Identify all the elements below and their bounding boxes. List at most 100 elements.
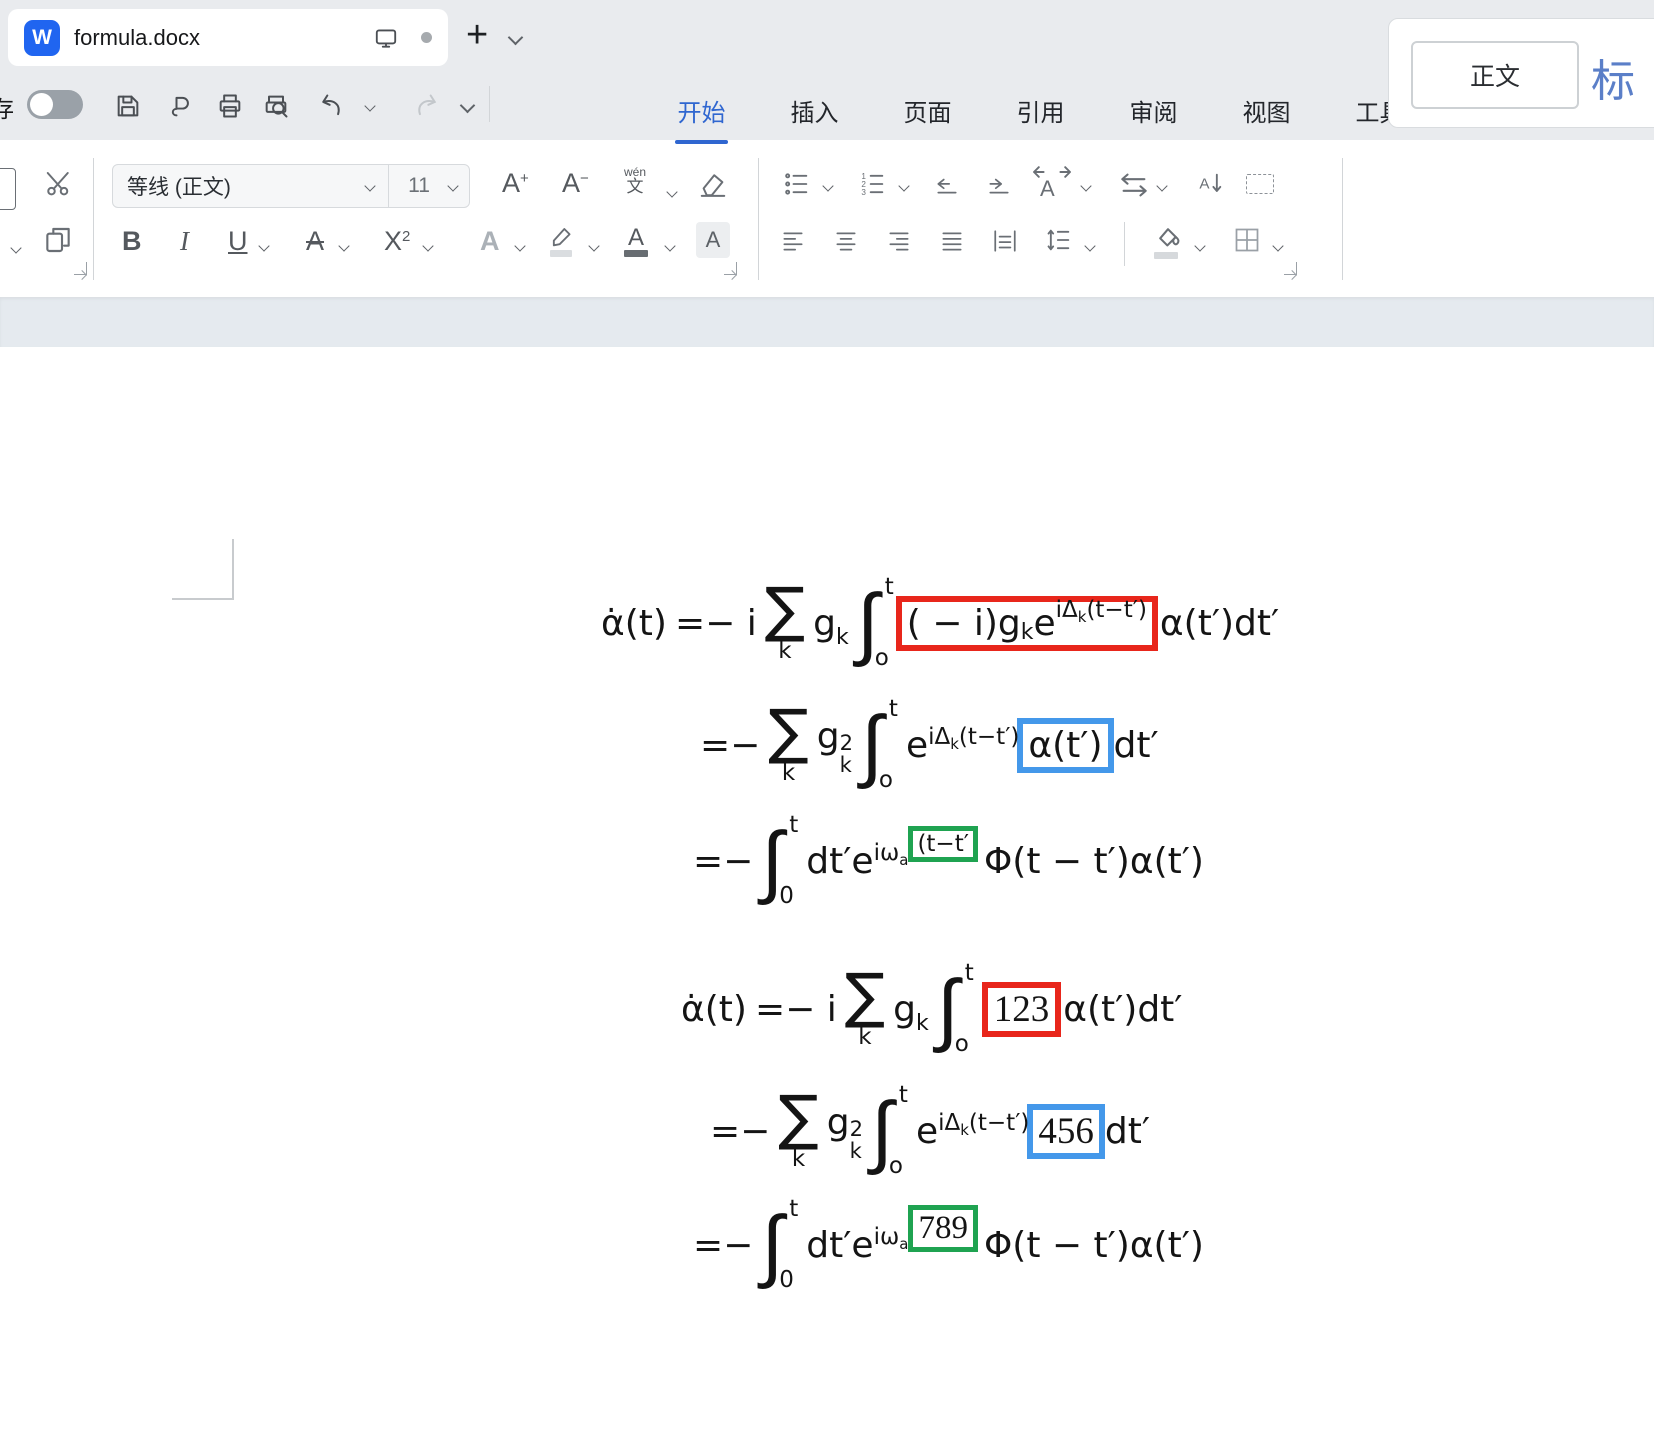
tab-view[interactable]: 视图 <box>1210 93 1323 128</box>
margin-corner-mark <box>172 598 233 600</box>
summation: ∑k <box>768 705 808 785</box>
integral: ∫ to <box>937 962 974 1056</box>
strikethrough-button[interactable]: A <box>306 228 324 255</box>
numbered-list-icon[interactable]: 123 <box>858 170 888 198</box>
shading-bucket-icon[interactable] <box>1152 224 1184 250</box>
blue-highlight-box: 456 <box>1027 1104 1105 1159</box>
equation-block1-line3: =− ∫ t0 dt′eiωa (t−t′ Φ(t − t′)α(t′) <box>693 814 1204 908</box>
align-left-icon[interactable] <box>778 228 808 254</box>
borders-icon[interactable] <box>1232 226 1262 254</box>
character-shading-button[interactable]: A <box>696 222 730 258</box>
integral: ∫ t0 <box>761 814 798 908</box>
sort-icon[interactable]: A <box>1196 170 1226 198</box>
green-highlight-box: (t−t′ <box>908 826 978 862</box>
clipboard-dialog-launcher-icon[interactable] <box>74 262 87 275</box>
equation-block1-line1: α̇(t) =− i ∑k gk ∫ to ( − i)gkeiΔk(t−t′)… <box>601 576 1279 670</box>
align-right-icon[interactable] <box>884 228 914 254</box>
equation-block2-line3: =− ∫ t0 dt′eiωa 789 Φ(t − t′)α(t′) <box>693 1198 1204 1292</box>
grow-font-button[interactable]: A+ <box>502 170 529 197</box>
wps-writer-icon: W <box>24 20 60 56</box>
export-pdf-icon[interactable] <box>166 92 194 120</box>
distribute-text-icon[interactable] <box>990 228 1020 254</box>
font-size-chevron-down-icon[interactable] <box>447 180 458 191</box>
divider <box>1124 222 1125 266</box>
character-scale-arrows-icon <box>1032 166 1072 178</box>
line-spacing-icon[interactable] <box>1044 226 1074 254</box>
align-justify-icon[interactable] <box>937 228 967 254</box>
autosave-toggle[interactable] <box>27 90 83 119</box>
math-term: g2k <box>827 1102 863 1160</box>
copy-icon[interactable] <box>42 222 74 256</box>
math-relation: =− <box>700 725 760 766</box>
math-term: gk <box>813 603 849 644</box>
tab-insert[interactable]: 插入 <box>758 93 871 128</box>
style-heading-clipped[interactable]: 标 <box>1591 45 1635 109</box>
equation-block2-line2: =− ∑k g2k ∫ to eiΔk(t−t′) 456 dt′ <box>710 1084 1150 1178</box>
italic-button[interactable]: I <box>180 228 189 255</box>
math-relation: =− <box>693 1225 753 1266</box>
bullet-list-icon[interactable] <box>782 170 812 198</box>
equation-block2-line1: α̇(t) =− i ∑k gk ∫ to 123 α(t′)dt′ <box>681 962 1182 1056</box>
divider <box>489 86 490 122</box>
show-marks-icon[interactable] <box>1246 174 1274 194</box>
save-icon[interactable] <box>114 92 142 120</box>
print-icon[interactable] <box>216 92 244 120</box>
document-background-strip <box>0 297 1654 347</box>
underline-button[interactable]: U <box>228 228 248 255</box>
summation: ∑k <box>845 969 885 1049</box>
math-term: gk <box>893 989 929 1030</box>
integral: ∫ t0 <box>761 1198 798 1292</box>
equation-block1-line2: =− ∑k g2k ∫ to eiΔk(t−t′) α(t′) dt′ <box>700 698 1159 792</box>
cut-icon[interactable] <box>44 166 74 200</box>
tab-references[interactable]: 引用 <box>984 93 1097 128</box>
undo-icon[interactable] <box>318 92 346 120</box>
tab-review[interactable]: 审阅 <box>1097 93 1210 128</box>
divider <box>1342 158 1343 280</box>
font-size-select[interactable]: 11 <box>389 174 449 198</box>
tab-home[interactable]: 开始 <box>645 93 758 128</box>
font-dialog-launcher-icon[interactable] <box>724 262 737 275</box>
document-tab[interactable]: W formula.docx <box>8 9 448 66</box>
decrease-indent-icon[interactable] <box>932 172 962 198</box>
increase-indent-icon[interactable] <box>984 172 1014 198</box>
font-name-select[interactable]: 等线 (正文) <box>127 171 366 201</box>
summation: ∑k <box>778 1091 818 1171</box>
math-relation: =− <box>710 1111 770 1152</box>
math-term: eiΔk(t−t′) <box>916 1111 1029 1152</box>
superscript-button[interactable]: X2 <box>384 228 410 255</box>
toggle-knob <box>30 93 53 116</box>
font-name-chevron-down-icon[interactable] <box>364 180 375 191</box>
highlight-color-icon[interactable] <box>548 224 576 248</box>
font-color-bar <box>624 250 648 257</box>
align-center-icon[interactable] <box>831 228 861 254</box>
math-lhs: α̇(t) <box>601 603 667 644</box>
phonetic-guide-button[interactable]: wén文 <box>624 166 646 195</box>
tab-page[interactable]: 页面 <box>871 93 984 128</box>
new-tab-button[interactable]: + <box>466 14 488 57</box>
integral: ∫ to <box>857 576 894 670</box>
text-effects-button[interactable]: A <box>480 228 500 255</box>
paste-icon[interactable] <box>0 168 16 210</box>
divider <box>93 158 94 280</box>
math-tail: Φ(t − t′)α(t′) <box>984 1225 1204 1266</box>
print-preview-icon[interactable] <box>262 92 290 120</box>
monitor-icon[interactable] <box>373 25 399 51</box>
font-combo: 等线 (正文) 11 <box>112 164 470 208</box>
text-direction-icon[interactable] <box>1118 172 1150 198</box>
wps-writer-window: { "tab_bar": { "badge": "W", "title": "f… <box>0 0 1654 1432</box>
style-normal[interactable]: 正文 <box>1411 41 1579 109</box>
math-relation: =− i <box>755 989 837 1030</box>
clear-format-eraser-icon[interactable] <box>698 168 728 200</box>
status-dot-icon <box>421 32 432 43</box>
style-gallery: 正文 标 <box>1388 18 1654 128</box>
font-color-button[interactable]: A <box>628 224 644 252</box>
integral: ∫ to <box>871 1084 908 1178</box>
character-scale-button[interactable]: A <box>1040 176 1055 202</box>
shrink-font-button[interactable]: A− <box>562 170 589 197</box>
green-highlight-box: 789 <box>908 1205 978 1252</box>
bold-button[interactable]: B <box>122 228 142 255</box>
paragraph-dialog-launcher-icon[interactable] <box>1284 262 1297 275</box>
math-tail: Φ(t − t′)α(t′) <box>984 841 1204 882</box>
math-term: eiΔk(t−t′) <box>906 725 1019 766</box>
svg-text:A: A <box>1199 176 1210 193</box>
